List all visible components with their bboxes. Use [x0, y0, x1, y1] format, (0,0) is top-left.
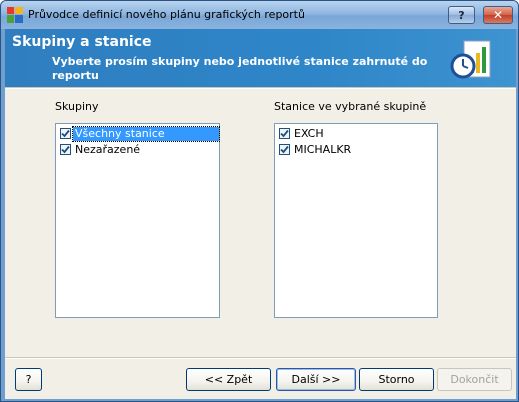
page-subtitle: Vyberte prosím skupiny nebo jednotlivé s…: [52, 55, 428, 82]
page-title: Skupiny a stanice: [12, 34, 152, 50]
help-button[interactable]: ?: [15, 368, 42, 391]
list-item-label: Nezařazené: [75, 142, 141, 156]
footer-divider: [5, 357, 516, 359]
dialog-client: Skupiny a stanice Vyberte prosím skupiny…: [5, 29, 516, 399]
close-icon: ✕: [492, 8, 504, 22]
list-item-label: MICHALKR: [294, 142, 352, 156]
wizard-header: Skupiny a stanice Vyberte prosím skupiny…: [5, 29, 516, 87]
header-divider: [5, 87, 516, 89]
stations-label: Stanice ve vybrané skupině: [274, 100, 427, 113]
groups-label: Skupiny: [55, 100, 99, 113]
checkmark-icon: [280, 129, 289, 138]
station-item-michalkr[interactable]: MICHALKR: [277, 142, 353, 157]
station-item-exch[interactable]: EXCH: [277, 126, 326, 141]
checkbox[interactable]: [60, 144, 71, 155]
next-button[interactable]: Další >>: [276, 368, 356, 391]
finish-button: Dokončit: [437, 368, 512, 391]
title-help-button[interactable]: ?: [448, 6, 475, 24]
report-clock-chart-icon: [450, 40, 491, 79]
app-icon: [7, 7, 23, 23]
checkbox[interactable]: [279, 144, 290, 155]
group-item-all-stations[interactable]: Všechny stanice: [58, 125, 220, 142]
groups-listbox[interactable]: Všechny stanice Nezařazené: [55, 123, 220, 318]
wizard-window: Průvodce definicí nového plánu grafickýc…: [0, 0, 519, 402]
window-title: Průvodce definicí nového plánu grafickýc…: [28, 8, 305, 21]
stations-listbox[interactable]: EXCH MICHALKR: [274, 123, 438, 318]
list-item-label: EXCH: [294, 126, 324, 140]
checkmark-icon: [61, 129, 70, 138]
group-item-unassigned[interactable]: Nezařazené: [58, 142, 142, 157]
back-button[interactable]: << Zpět: [186, 368, 271, 391]
list-item-label: Všechny stanice: [72, 125, 220, 142]
checkmark-icon: [280, 145, 289, 154]
checkbox[interactable]: [60, 128, 71, 139]
cancel-button[interactable]: Storno: [359, 368, 434, 391]
title-bar[interactable]: Průvodce definicí nového plánu grafickýc…: [1, 1, 518, 29]
checkbox[interactable]: [279, 128, 290, 139]
help-icon: ?: [458, 8, 465, 22]
checkmark-icon: [61, 145, 70, 154]
title-close-button[interactable]: ✕: [483, 6, 513, 24]
